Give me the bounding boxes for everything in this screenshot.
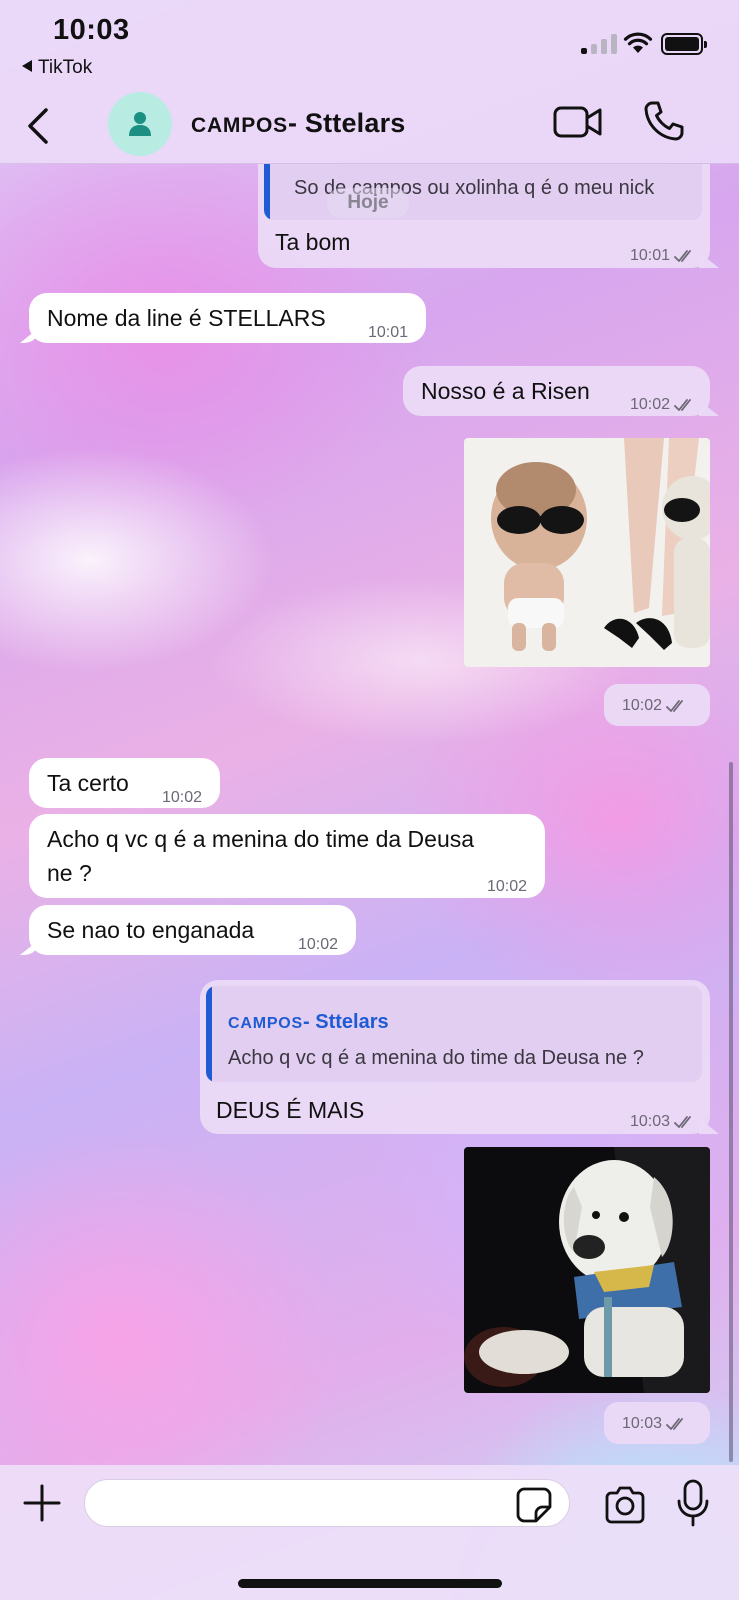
message-incoming[interactable]: Acho q vc q é a menina do time da Deusa … — [29, 814, 545, 898]
date-separator: Hoje — [327, 188, 409, 218]
double-check-icon — [674, 1116, 691, 1128]
message-time: 10:02 — [486, 878, 527, 895]
double-check-icon — [666, 700, 683, 712]
quote-author-suffix: - Sttelars — [303, 1011, 389, 1033]
message-time: 10:01 — [367, 324, 408, 341]
message-incoming[interactable]: Ta certo 10:02 — [29, 758, 220, 808]
sticker-time-pill: 10:02 — [604, 684, 710, 726]
back-chevron-icon[interactable] — [20, 106, 60, 146]
chat-scrollbar[interactable] — [729, 762, 733, 1462]
status-bar: 10:03 TikTok — [0, 0, 739, 88]
message-outgoing[interactable]: CAMPOS- Sttelars Acho q vc q é a menina … — [200, 980, 710, 1134]
message-meta: 10:02 — [298, 931, 338, 959]
contact-name-suffix: - Sttelars — [287, 108, 406, 138]
double-check-icon — [674, 250, 691, 262]
back-triangle-icon — [22, 60, 32, 72]
quote-author-prefix: CAMPOS — [228, 1015, 304, 1032]
message-meta: 10:02 — [622, 697, 688, 715]
message-text: Ta bom — [275, 229, 351, 255]
camera-icon[interactable] — [603, 1485, 647, 1525]
sticker-time-pill: 10:03 — [604, 1402, 710, 1444]
sticker-image[interactable] — [464, 1147, 710, 1393]
status-time: 10:03 — [53, 14, 130, 46]
message-input[interactable] — [84, 1479, 570, 1527]
message-time: 10:02 — [622, 697, 663, 714]
sunglasses-babies-image — [464, 438, 710, 667]
phone-icon[interactable] — [643, 100, 685, 142]
chat-header: CAMPOS- Sttelars — [0, 88, 739, 164]
message-outgoing[interactable]: So de campos ou xolinha q é o meu nick T… — [258, 164, 710, 268]
message-time: 10:02 — [297, 936, 338, 953]
sticker-icon[interactable] — [516, 1487, 552, 1523]
message-time: 10:01 — [629, 247, 670, 264]
double-check-icon — [666, 1418, 683, 1430]
message-time: 10:03 — [622, 1415, 663, 1432]
message-outgoing[interactable]: Nosso é a Risen 10:02 — [403, 366, 710, 416]
home-indicator[interactable] — [238, 1579, 502, 1588]
person-icon — [129, 112, 151, 136]
quoted-message[interactable]: CAMPOS- Sttelars Acho q vc q é a menina … — [206, 986, 702, 1082]
sticker-image[interactable] — [464, 438, 710, 667]
message-text: Nosso é a Risen — [421, 378, 590, 404]
battery-icon — [661, 33, 707, 55]
back-to-app-link[interactable]: TikTok — [22, 57, 92, 79]
quote-author: CAMPOS- Sttelars — [228, 1008, 389, 1038]
message-incoming[interactable]: Se nao to enganada 10:02 — [29, 905, 356, 955]
contact-name[interactable]: CAMPOS- Sttelars — [191, 108, 406, 139]
message-meta: 10:01 — [368, 319, 408, 347]
back-app-label: TikTok — [38, 57, 93, 78]
message-meta: 10:02 — [162, 784, 202, 812]
microphone-icon[interactable] — [675, 1479, 711, 1527]
video-camera-icon[interactable] — [553, 104, 603, 140]
message-meta: 10:02 — [630, 391, 696, 419]
message-meta: 10:03 — [622, 1415, 688, 1433]
message-text: DEUS É MAIS — [216, 1097, 365, 1123]
quote-accent-bar — [264, 164, 270, 220]
message-meta: 10:02 — [487, 873, 527, 901]
message-time: 10:02 — [161, 789, 202, 806]
double-check-icon — [674, 399, 691, 411]
message-text-line-2: ne ? — [47, 860, 92, 886]
message-incoming[interactable]: Nome da line é STELLARS 10:01 — [29, 293, 426, 343]
cellular-signal-icon — [581, 34, 617, 54]
quote-text: Acho q vc q é a menina do time da Deusa … — [228, 1047, 644, 1069]
message-time: 10:02 — [629, 396, 670, 413]
message-text: Ta certo — [47, 770, 129, 796]
message-meta: 10:01 — [630, 242, 696, 270]
contact-avatar[interactable] — [108, 92, 172, 156]
puppy-image — [464, 1147, 710, 1393]
plus-icon[interactable] — [22, 1483, 62, 1523]
message-time: 10:03 — [629, 1113, 670, 1130]
wifi-icon — [623, 32, 653, 53]
message-meta: 10:03 — [630, 1108, 696, 1136]
message-text-line-1: Acho q vc q é a menina do time da Deusa — [47, 826, 475, 852]
quote-accent-bar — [206, 986, 212, 1082]
message-text: Se nao to enganada — [47, 917, 255, 943]
contact-name-prefix: CAMPOS — [191, 114, 288, 137]
message-text: Nome da line é STELLARS — [47, 305, 326, 331]
